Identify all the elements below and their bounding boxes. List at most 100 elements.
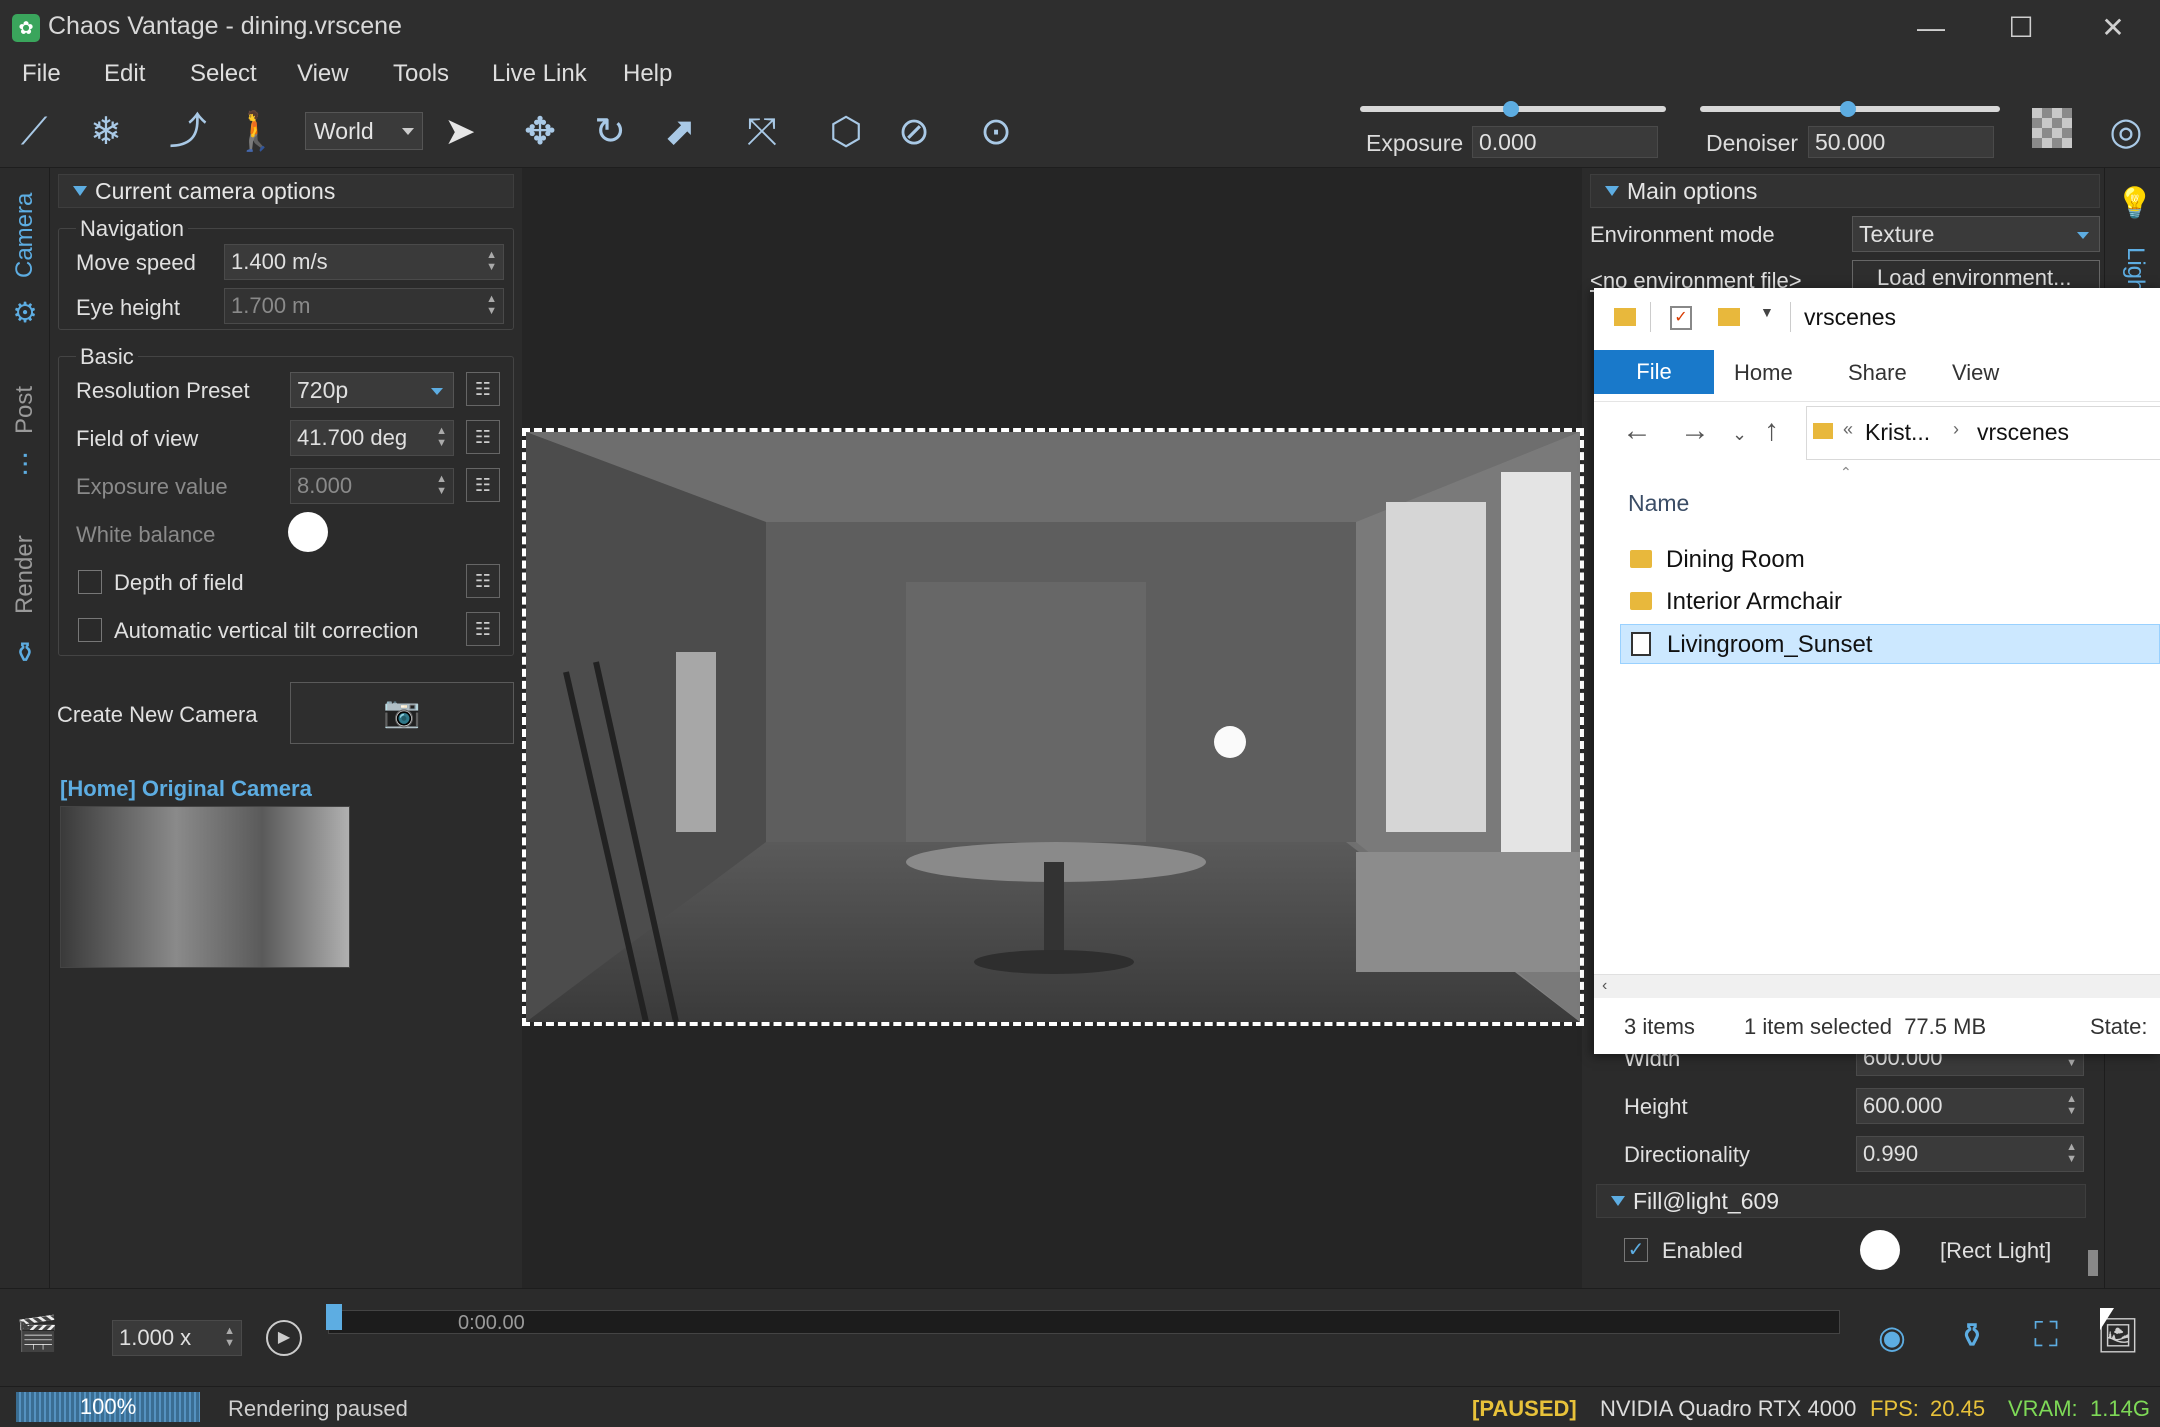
file-list-item[interactable]: Dining Room [1620,540,2160,580]
minimize-button[interactable]: — [1908,10,1954,46]
exposure-value-field[interactable]: 8.000 ▲ ▼ [290,468,454,504]
properties-icon[interactable]: ✓ [1670,306,1692,330]
object-icon[interactable]: ⬡ [818,104,874,160]
overflow-chevron-icon[interactable]: « [1843,419,1853,440]
customize-toolbar-icon[interactable]: ▼ [1760,304,1774,320]
timeline-track[interactable] [328,1310,1840,1334]
file-list-item-selected[interactable]: Livingroom_Sunset [1620,624,2160,664]
denoiser-slider-knob[interactable] [1840,101,1856,117]
camera-settings-icon[interactable]: ⚙ [8,296,42,330]
menu-view[interactable]: View [297,60,349,88]
column-header-name[interactable]: Name [1628,490,1689,517]
file-list-item[interactable]: Interior Armchair [1620,582,2160,622]
menu-help[interactable]: Help [623,60,672,88]
scale-icon[interactable]: ⬈ [652,104,708,160]
vertical-tilt-checkbox[interactable] [78,618,102,642]
light-color-swatch[interactable] [1860,1230,1900,1270]
fov-options-button[interactable]: ☷ [466,420,500,454]
tab-render[interactable]: Render [0,530,50,620]
chevron-down-icon [402,128,414,135]
forward-arrow-icon[interactable]: → [1680,414,1710,448]
recent-locations-icon[interactable]: ⌄ [1732,424,1747,445]
field-of-view-field[interactable]: 41.700 deg ▲ ▼ [290,420,454,456]
menu-file[interactable]: File [22,60,61,88]
new-folder-icon[interactable] [1718,308,1740,326]
resolution-options-button[interactable]: ☷ [466,372,500,406]
dof-options-button[interactable]: ☷ [466,564,500,598]
current-camera-options-header[interactable]: Current camera options [58,174,514,208]
tilt-options-button[interactable]: ☷ [466,612,500,646]
directionality-field[interactable]: 0.990 ▲ ▼ [1856,1136,2084,1172]
explorer-tab-home[interactable]: Home [1734,360,1793,386]
fill-light-header[interactable]: Fill@light_609 [1596,1184,2086,1218]
light-bulb-icon[interactable]: 💡 [2116,186,2153,226]
exposure-slider-knob[interactable] [1503,101,1519,117]
teapot-icon[interactable]: ⚱ [8,636,42,676]
move-icon[interactable]: ✥ [512,104,568,160]
horizontal-scrollbar[interactable]: ‹ [1594,974,2160,998]
breadcrumb-current[interactable]: vrscenes [1977,419,2069,446]
menu-select[interactable]: Select [190,60,257,88]
right-panel-scrollbar[interactable] [2088,1250,2098,1276]
breadcrumb-prev[interactable]: Krist... [1865,419,1930,446]
pivot-icon[interactable]: ⤧ [734,104,790,160]
close-button[interactable]: ✕ [2090,10,2136,46]
motion-icon[interactable]: ⊘ [886,104,942,160]
height-field[interactable]: 600.000 ▲ ▼ [1856,1088,2084,1124]
explorer-tab-file[interactable]: File [1594,350,1714,394]
exposure-field[interactable]: 0.000 [1472,126,1658,158]
rotate-icon[interactable]: ↻ [582,104,638,160]
sliders-icon[interactable]: ⫶ [8,450,42,490]
scroll-left-icon[interactable]: ‹ [1602,977,1607,995]
tab-camera[interactable]: Camera [0,185,50,285]
environment-mode-select[interactable]: Texture [1852,216,2100,252]
denoiser-field[interactable]: 50.000 [1808,126,1994,158]
spin-arrows-icon[interactable]: ▲▼ [486,249,497,273]
scene-icon[interactable]: ❄ [78,104,134,160]
explorer-tab-share[interactable]: Share [1848,360,1907,386]
clapperboard-icon[interactable]: 🎬 [16,1314,58,1356]
walk-icon[interactable]: 🚶 [228,104,284,160]
select-arrow-icon[interactable]: ➤ [432,104,488,160]
teapot-render-icon[interactable]: ⚱ [1950,1316,1994,1356]
playhead-handle[interactable] [326,1304,342,1330]
white-balance-swatch[interactable] [288,512,328,552]
render-sphere-icon[interactable]: ◎ [2098,104,2154,160]
spin-arrows-icon[interactable]: ▲▼ [436,425,447,449]
enabled-checkbox[interactable]: ✓ [1624,1238,1648,1262]
spin-arrows-icon[interactable]: ▲▼ [436,473,447,497]
address-bar[interactable]: « Krist... › vrscenes [1806,406,2160,460]
spin-arrows-icon[interactable]: ▲▼ [486,293,497,317]
target-icon[interactable]: ⊙ [968,104,1024,160]
render-frame[interactable] [522,428,1584,1026]
record-icon[interactable]: ◉ [1872,1318,1912,1358]
tab-post[interactable]: Post [0,375,50,445]
spin-arrows-icon[interactable]: ▲▼ [2066,1093,2077,1117]
file-explorer-window[interactable]: ✓ ▼ vrscenes File Home Share View ← → ⌄ … [1594,288,2160,1054]
main-options-header[interactable]: Main options [1590,174,2100,208]
camera-name[interactable]: [Home] Original Camera [60,776,312,802]
create-camera-button[interactable]: 📷 [290,682,514,744]
stairs-icon[interactable]: ⤴ [160,104,216,160]
maximize-button[interactable]: ☐ [1998,10,2044,46]
menu-live-link[interactable]: Live Link [492,60,587,88]
resolution-preset-select[interactable]: 720p [290,372,454,408]
eye-height-field[interactable]: 1.700 m ▲ ▼ [224,288,504,324]
back-arrow-icon[interactable]: ← [1622,414,1652,448]
spin-arrows-icon[interactable]: ▲▼ [224,1325,235,1349]
exposure-options-button[interactable]: ☷ [466,468,500,502]
camera-thumbnail[interactable] [60,806,350,968]
menu-tools[interactable]: Tools [393,60,449,88]
play-button[interactable]: ▶ [266,1320,302,1356]
depth-of-field-checkbox[interactable] [78,570,102,594]
spin-arrows-icon[interactable]: ▲▼ [2066,1141,2077,1165]
axis-icon[interactable]: ⟋ [6,104,62,160]
region-render-icon[interactable]: ⛶ [2024,1316,2068,1356]
coordinate-space-select[interactable]: World [305,112,423,150]
move-speed-field[interactable]: 1.400 m/s ▲ ▼ [224,244,504,280]
checker-background-icon[interactable] [2032,108,2072,148]
menu-edit[interactable]: Edit [104,60,145,88]
up-arrow-icon[interactable]: ↑ [1764,414,1779,448]
playback-speed-field[interactable]: 1.000 x ▲ ▼ [112,1320,242,1356]
explorer-tab-view[interactable]: View [1952,360,1999,386]
